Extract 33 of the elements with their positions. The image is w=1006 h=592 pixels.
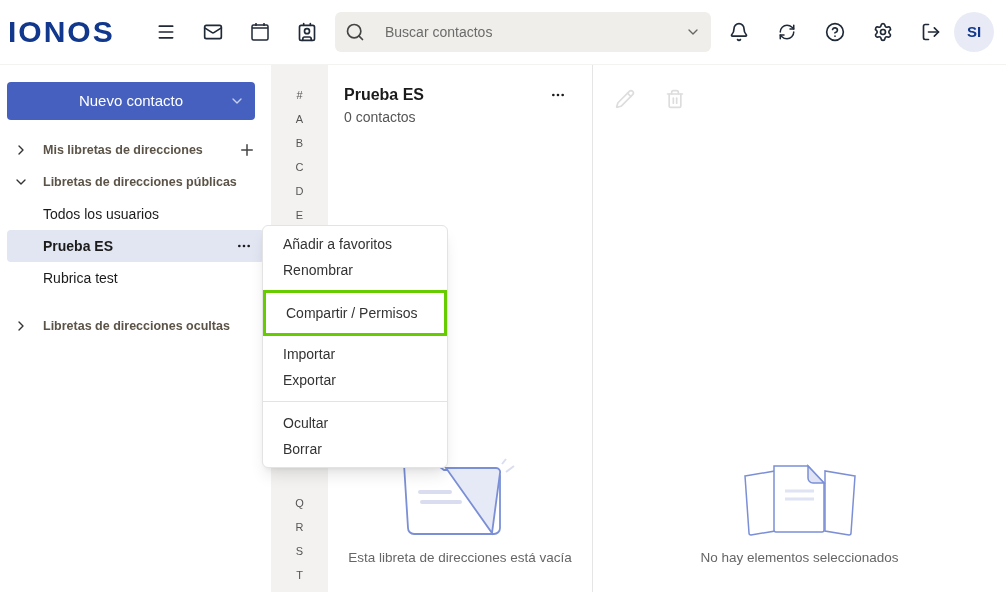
search-icon	[345, 22, 365, 42]
section-toggle[interactable]: Mis libretas de direcciones	[43, 140, 203, 160]
menu-item[interactable]: Añadir a favoritos	[263, 231, 447, 257]
menu-item[interactable]: Borrar	[263, 436, 447, 462]
section-toggle[interactable]: Libretas de direcciones ocultas	[43, 316, 230, 336]
index-letter[interactable]: #	[296, 83, 303, 107]
section-toggle[interactable]: Libretas de direcciones públicas	[43, 172, 237, 192]
search-field[interactable]: Buscar contactos	[335, 12, 711, 52]
index-letter[interactable]: Q	[295, 491, 304, 515]
menu-item[interactable]: Importar	[263, 341, 447, 367]
index-letter[interactable]: C	[295, 155, 304, 179]
menu-item[interactable]: Exportar	[263, 367, 447, 393]
menu-item[interactable]: Ocultar	[263, 410, 447, 436]
no-selection-message: No hay elementos seleccionados	[700, 548, 899, 567]
user-avatar[interactable]: SI	[954, 12, 994, 52]
list-title: Prueba ES	[344, 85, 425, 105]
index-letter[interactable]: A	[295, 107, 304, 131]
index-letter[interactable]: E	[295, 203, 304, 227]
index-letter[interactable]: T	[296, 563, 303, 587]
address-book-item[interactable]: Rubrica test	[7, 262, 264, 294]
contact-count: 0 contactos	[344, 108, 417, 127]
menu-item[interactable]: Compartir / Permisos	[263, 290, 447, 336]
index-letter[interactable]: R	[295, 515, 304, 539]
address-book-item[interactable]: Todos los usuarios	[7, 198, 264, 230]
empty-list-message: Esta libreta de direcciones está vacía	[348, 548, 572, 567]
logo: IONOS	[8, 17, 116, 47]
add-icon[interactable]	[238, 141, 256, 159]
index-letter[interactable]: S	[295, 539, 304, 563]
new-contact-button[interactable]: Nuevo contacto	[7, 82, 255, 120]
address-book-item[interactable]: Prueba ES	[7, 230, 264, 262]
index-letter[interactable]: B	[295, 131, 304, 155]
index-letter[interactable]: D	[295, 179, 304, 203]
menu-item[interactable]: Renombrar	[263, 257, 447, 283]
